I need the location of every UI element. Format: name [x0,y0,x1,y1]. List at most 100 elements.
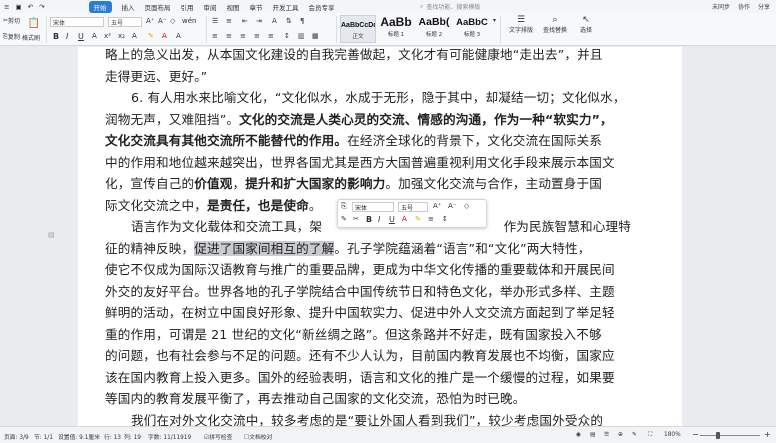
zoom-in-button[interactable]: + [764,430,771,439]
superscript-icon[interactable]: x² [104,32,111,40]
justify-icon[interactable]: ≡ [254,32,260,40]
shrink-font-icon[interactable]: A⁻ [448,202,456,210]
text-effect-icon[interactable]: A [132,32,137,40]
tab-1[interactable]: 插入 [122,2,135,12]
mini-font-name[interactable]: 宋体 [352,202,394,212]
page-view-icon[interactable]: ▤ [590,432,595,438]
tab-2[interactable]: 页面布局 [145,2,171,12]
style-heading-2[interactable]: AaBb( 标题 2 [416,15,452,43]
cut-button[interactable]: ✂ 剪切 [3,16,20,25]
zoom-slider-track[interactable] [700,435,760,436]
highlight-icon[interactable]: ✎ [148,32,154,40]
style-heading-1[interactable]: AaBb 标题 1 [378,15,414,43]
document-line[interactable]: 润物无声，又难阻挡”。文化的交流是人类心灵的交流、情感的沟通，作为一种“软实力”… [105,109,631,131]
phonetic-icon[interactable]: wén [182,17,196,25]
menu-icon[interactable]: ≡ [4,3,9,11]
tab-7[interactable]: 开发工具 [273,2,299,12]
format-painter-button[interactable]: 格式刷 [22,33,40,42]
styles-expand-icon[interactable]: ▾ [493,17,496,24]
eye-icon[interactable]: ◉ [576,432,581,438]
font-color-icon[interactable]: A [162,32,167,40]
align-center-icon[interactable]: ≡ [226,32,232,40]
indent-icon[interactable]: ⇥ [256,17,262,25]
tab-3[interactable]: 引用 [181,2,194,12]
copy-icon[interactable]: ⎘ [341,202,347,211]
borders-icon[interactable]: ▦ [312,32,319,40]
grow-font-icon[interactable]: A⁺ [146,17,154,25]
paste-icon[interactable]: 📋 [26,16,42,30]
document-line[interactable]: 重的作用，可谓是 21 世纪的文化“新丝绸之路”。但这条路并不好走，既有国家投入… [105,324,631,346]
shading-icon[interactable]: ▥ [298,32,305,40]
select-button[interactable]: ↖ 选择 [574,15,598,34]
search-box[interactable]: ⌕ 查找功能、搜索模板 [420,2,480,12]
save-icon[interactable]: ▣ [15,3,21,11]
numbered-list-icon[interactable]: ≡ [226,17,232,25]
format-painter-icon[interactable]: ✎ [341,215,347,223]
mini-bold-button[interactable]: B [366,215,372,224]
cut-icon[interactable]: ✂ [353,215,359,223]
spellcheck-toggle[interactable]: ☑拼写检查 [204,432,232,441]
tab-6[interactable]: 章节 [250,2,263,12]
highlight-icon[interactable]: ✎ [415,215,421,223]
clear-format-icon[interactable]: ◇ [464,202,469,210]
page-indicator[interactable]: 页面: 3/9 [4,432,29,441]
zoom-slider-handle[interactable] [716,432,720,439]
grow-font-icon[interactable]: A⁺ [433,202,441,210]
document-line[interactable]: 化，宣传自己的价值观，提升和扩大国家的影响力。加强文化交流与合作，主动置身于国 [105,173,631,195]
document-line[interactable]: 的问题，也有社会参与不足的问题。还有不少人认为，目前国内教育发展也不均衡，国家应 [105,345,631,367]
tab-8[interactable]: 会员专享 [309,2,335,12]
font-size-select[interactable]: 五号 [108,17,142,27]
outline-view-icon[interactable]: ☰ [604,432,609,438]
mini-italic-button[interactable]: I [378,215,380,224]
document-line[interactable]: 略上的急义出发，从本国文化建设的自我完善做起，文化才有可能健康地“走出去”，并且 [105,44,631,66]
line-spacing-icon[interactable]: ↕ [442,215,448,223]
sync-status[interactable]: 未同步 [712,2,730,11]
font-color-icon[interactable]: A [402,215,407,223]
subscript-icon[interactable]: x₂ [118,32,125,40]
document-line[interactable]: 文化交流具有其他交流所不能替代的作用。在经济全球化的背景下，文化交流在国际关系 [105,130,631,152]
word-count[interactable]: 字数: 11/11919 [148,432,191,441]
distribute-icon[interactable]: ≡ [268,32,274,40]
align-right-icon[interactable]: ≡ [240,32,246,40]
align-icon[interactable]: ≡ [428,215,434,223]
find-replace-button[interactable]: ⌕ 查找替换 [540,15,570,34]
document-line[interactable]: 征的精神反映，促进了国家间相互的了解。孔子学院蕴涵着“语言”和“文化”两大特性， [105,238,631,260]
share-button[interactable]: 分享 [758,2,770,11]
proofread-button[interactable]: ☐文档校对 [244,432,272,441]
bold-button[interactable]: B [53,32,59,41]
show-marks-icon[interactable]: ¶ [300,17,304,25]
document-page[interactable]: ▤ 略上的急义出发，从本国文化建设的自我完善做起，文化才有可能健康地“走出去”，… [48,44,682,428]
document-line[interactable]: 使它不仅成为国际汉语教育与推广的重要品牌，更成为中华文化传播的重要载体和开展民间 [105,259,631,281]
redo-icon[interactable]: ↷ [39,3,44,11]
tab-4[interactable]: 审阅 [204,2,217,12]
line-spacing-icon[interactable]: ↕ [284,32,290,40]
document-line[interactable]: 等国内的教育发展平衡了，再去推动自己国家的文化交流，恐怕为时已晚。 [105,388,631,410]
bullet-list-icon[interactable]: ☰ [212,17,218,25]
mini-font-size[interactable]: 五号 [398,202,428,212]
underline-button[interactable]: U [78,32,84,41]
write-mode-icon[interactable]: ✎ [632,432,637,438]
sort-icon[interactable]: ⇅ [286,17,292,25]
document-line[interactable]: 6. 有人用水来比喻文化，“文化似水，水成于无形，隐于其中，却凝结一切；文化似水… [105,87,631,109]
web-view-icon[interactable]: ⊕ [618,432,623,438]
style-normal[interactable]: AaBbCcDd 正文 [340,15,376,43]
outdent-icon[interactable]: ⇤ [242,17,248,25]
tab-0[interactable]: 开始 [88,0,112,13]
tab-5[interactable]: 视图 [227,2,240,12]
style-heading-3[interactable]: AaBbC 标题 3 [454,15,490,43]
text-layout-button[interactable]: ☰ 文字排版 [506,15,536,34]
zoom-level[interactable]: 180% [664,432,681,438]
focus-mode-icon[interactable]: ⛶ [648,432,652,439]
document-line[interactable]: 外交的友好平台。世界各地的孔子学院结合中国传统节日和特色文化，举办形式多样、主题 [105,281,631,303]
align-left-icon[interactable]: ≡ [212,32,218,40]
clear-format-icon[interactable]: ◇ [170,17,175,25]
paragraph-handle-icon[interactable]: ▤ [48,231,57,240]
document-line[interactable]: 该在国内教育上投入更多。国外的经验表明，语言和文化的推广是一个缓慢的过程，如果要 [105,367,631,389]
undo-icon[interactable]: ↶ [28,3,33,11]
document-line[interactable]: 鲜明的活动，在树立中国良好形象、提升中国软实力、促进中外人文交流方面起到了举足轻 [105,302,631,324]
mini-underline-button[interactable]: U [389,215,395,224]
shrink-font-icon[interactable]: A⁻ [158,17,166,25]
chinese-layout-icon[interactable]: A [272,17,277,25]
strikethrough-icon[interactable]: A [92,32,97,40]
italic-button[interactable]: I [66,32,68,41]
